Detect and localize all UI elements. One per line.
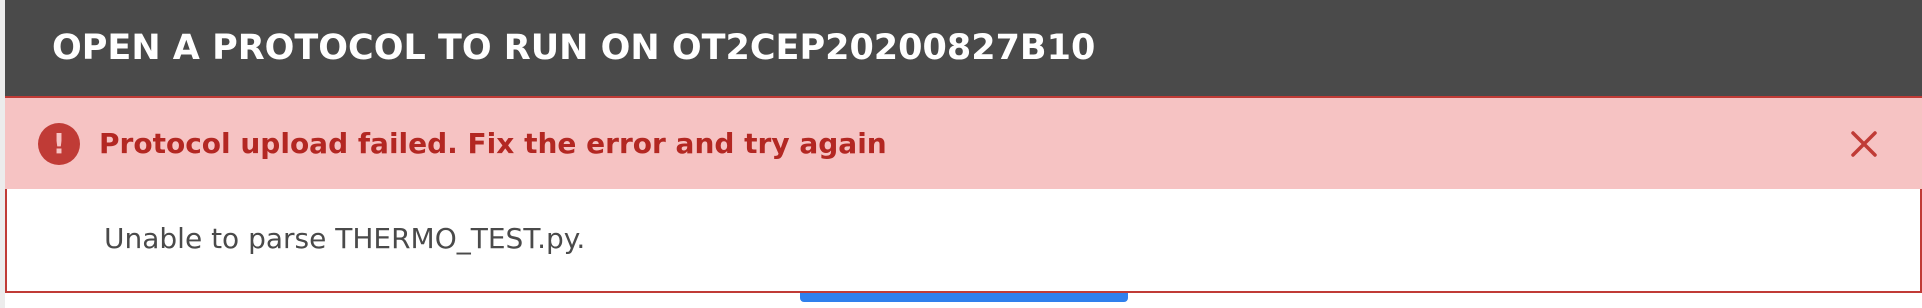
exclamation-circle-icon: !: [38, 123, 80, 165]
error-detail-text: Unable to parse THERMO_TEST.py.: [104, 222, 586, 255]
close-icon[interactable]: [1845, 125, 1883, 163]
open-protocol-modal: OPEN A PROTOCOL TO RUN ON OT2CEP20200827…: [5, 0, 1922, 308]
primary-action-button[interactable]: [800, 293, 1128, 302]
modal-title: OPEN A PROTOCOL TO RUN ON OT2CEP20200827…: [52, 28, 1096, 68]
alert-details: Unable to parse THERMO_TEST.py.: [5, 189, 1922, 293]
error-alert: ! Protocol upload failed. Fix the error …: [5, 96, 1922, 189]
modal-header: OPEN A PROTOCOL TO RUN ON OT2CEP20200827…: [5, 0, 1922, 96]
alert-message: Protocol upload failed. Fix the error an…: [99, 127, 887, 160]
